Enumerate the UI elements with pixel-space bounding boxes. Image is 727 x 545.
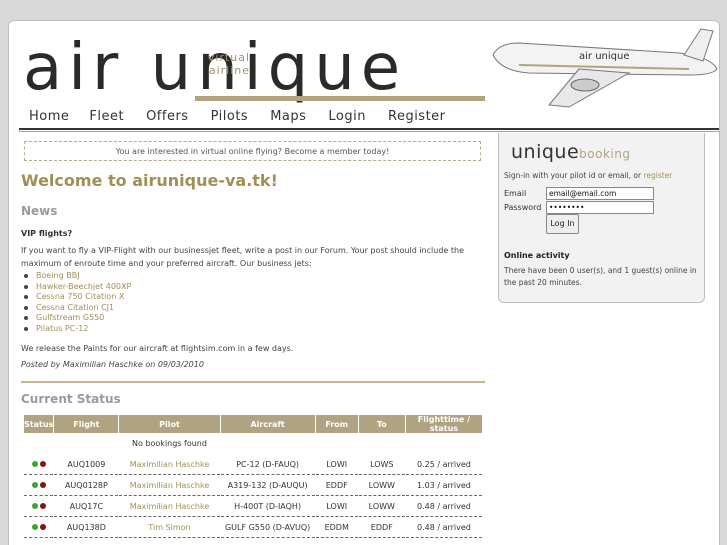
flight-cell: AUQ138D (54, 517, 119, 538)
from-cell: LOWI (315, 454, 358, 475)
table-row: AUQ1009 Maximilian Haschke PC-12 (D-FAUQ… (24, 454, 482, 475)
table-row: AUQ138D Tim Simon GULF G550 (D-AVUQ) EDD… (24, 517, 482, 538)
login-button[interactable]: Log In (546, 214, 579, 234)
booking-brand: uniquebooking (511, 141, 630, 163)
from-cell: EDDM (315, 517, 358, 538)
flight-status-table: Status Flight Pilot Aircraft From To Fli… (23, 415, 483, 538)
table-row: AUQ0128P Maximilian Haschke A319-132 (D-… (24, 475, 482, 496)
table-row: No bookings found (24, 433, 482, 454)
page-title: Welcome to airunique-va.tk! (21, 171, 278, 190)
password-field[interactable]: •••••••• (546, 201, 654, 214)
from-cell: EDDF (315, 475, 358, 496)
nav-pilots[interactable]: Pilots (211, 109, 249, 127)
main-navigation: Home Fleet Offers Pilots Maps Login Regi… (29, 109, 468, 127)
jet-list: Boeing BBJ Hawker-Beechjet 400XP Cessna … (21, 271, 131, 334)
jet-link[interactable]: Gulfstream G550 (21, 313, 131, 324)
jet-link[interactable]: Pilatus PC-12 (21, 324, 131, 335)
airplane-image: air unique (492, 28, 718, 108)
status-indicator (24, 475, 54, 496)
from-cell: LOWI (315, 496, 358, 517)
signin-text: Sign-in with your pilot id or email, or (504, 171, 644, 180)
flight-cell: AUQ0128P (54, 475, 119, 496)
nav-fleet[interactable]: Fleet (89, 109, 124, 127)
svg-text:air unique: air unique (579, 51, 630, 62)
register-link[interactable]: register (643, 171, 672, 180)
aircraft-cell: PC-12 (D-FAUQ) (220, 454, 315, 475)
no-bookings-text: No bookings found (132, 439, 207, 448)
nav-divider-accent (19, 131, 719, 132)
booking-brand-main: unique (511, 141, 580, 163)
col-to: To (358, 415, 405, 433)
nav-register[interactable]: Register (388, 109, 446, 127)
nav-maps[interactable]: Maps (270, 109, 306, 127)
flighttime-cell: 0.25 / arrived (405, 454, 482, 475)
logo-subtitle: virtual airline (200, 51, 250, 77)
logo-underline (195, 96, 485, 101)
section-divider (21, 381, 485, 383)
pilot-link[interactable]: Tim Simon (119, 517, 220, 538)
news-title: VIP flights? (21, 229, 73, 238)
col-flighttime: Flighttime / status (405, 415, 482, 433)
status-heading: Current Status (21, 392, 121, 406)
online-activity-text: There have been 0 user(s), and 1 guest(s… (504, 266, 697, 287)
col-status: Status (24, 415, 54, 433)
booking-sidebar: uniquebooking Sign-in with your pilot id… (498, 133, 705, 303)
email-field[interactable]: email@email.com (546, 187, 654, 200)
status-indicator (24, 496, 54, 517)
aircraft-cell: H-400T (D-IAQH) (220, 496, 315, 517)
nav-offers[interactable]: Offers (146, 109, 189, 127)
nav-divider (19, 128, 719, 130)
flighttime-cell: 0.48 / arrived (405, 517, 482, 538)
booking-brand-sub: booking (579, 147, 631, 161)
flight-cell: AUQ1009 (54, 454, 119, 475)
aircraft-cell: A319-132 (D-AUQU) (220, 475, 315, 496)
nav-login[interactable]: Login (328, 109, 366, 127)
jet-link[interactable]: Hawker-Beechjet 400XP (21, 282, 131, 293)
signin-instructions: Sign-in with your pilot id or email, or … (504, 171, 672, 180)
logo-subtitle-line-1: virtual (207, 51, 250, 64)
col-flight: Flight (54, 415, 119, 433)
pilot-link[interactable]: Maximilian Haschke (119, 454, 220, 475)
nav-home[interactable]: Home (29, 109, 69, 127)
col-pilot: Pilot (119, 415, 220, 433)
page-wrapper: air unique virtual airline air unique Ho… (8, 20, 720, 545)
email-label: Email (504, 189, 527, 198)
pilot-link[interactable]: Maximilian Haschke (119, 475, 220, 496)
jet-link[interactable]: Cessna 750 Citation X (21, 292, 131, 303)
jet-link[interactable]: Cessna Citation CJ1 (21, 303, 131, 314)
online-activity-heading: Online activity (504, 251, 570, 260)
col-from: From (315, 415, 358, 433)
site-logo[interactable]: air unique virtual airline (23, 33, 493, 103)
to-cell: LOWS (358, 454, 405, 475)
status-indicator (24, 454, 54, 475)
aircraft-cell: GULF G550 (D-AVUQ) (220, 517, 315, 538)
table-row: AUQ17C Maximilian Haschke H-400T (D-IAQH… (24, 496, 482, 517)
to-cell: LOWW (358, 496, 405, 517)
paints-note: We release the Paints for our aircraft a… (21, 344, 294, 353)
to-cell: LOWW (358, 475, 405, 496)
news-body: If you want to fly a VIP-Flight with our… (21, 246, 464, 268)
logo-subtitle-line-2: airline (208, 64, 250, 77)
post-meta: Posted by Maximilian Haschke on 09/03/20… (21, 360, 204, 369)
flighttime-cell: 1.03 / arrived (405, 475, 482, 496)
to-cell: EDDF (358, 517, 405, 538)
status-indicator (24, 517, 54, 538)
pilot-link[interactable]: Maximilian Haschke (119, 496, 220, 517)
password-label: Password (504, 203, 542, 212)
jet-link[interactable]: Boeing BBJ (21, 271, 131, 282)
flight-cell: AUQ17C (54, 496, 119, 517)
membership-banner[interactable]: You are interested in virtual online fly… (24, 141, 481, 161)
col-aircraft: Aircraft (220, 415, 315, 433)
news-heading: News (21, 204, 58, 218)
flighttime-cell: 0.48 / arrived (405, 496, 482, 517)
